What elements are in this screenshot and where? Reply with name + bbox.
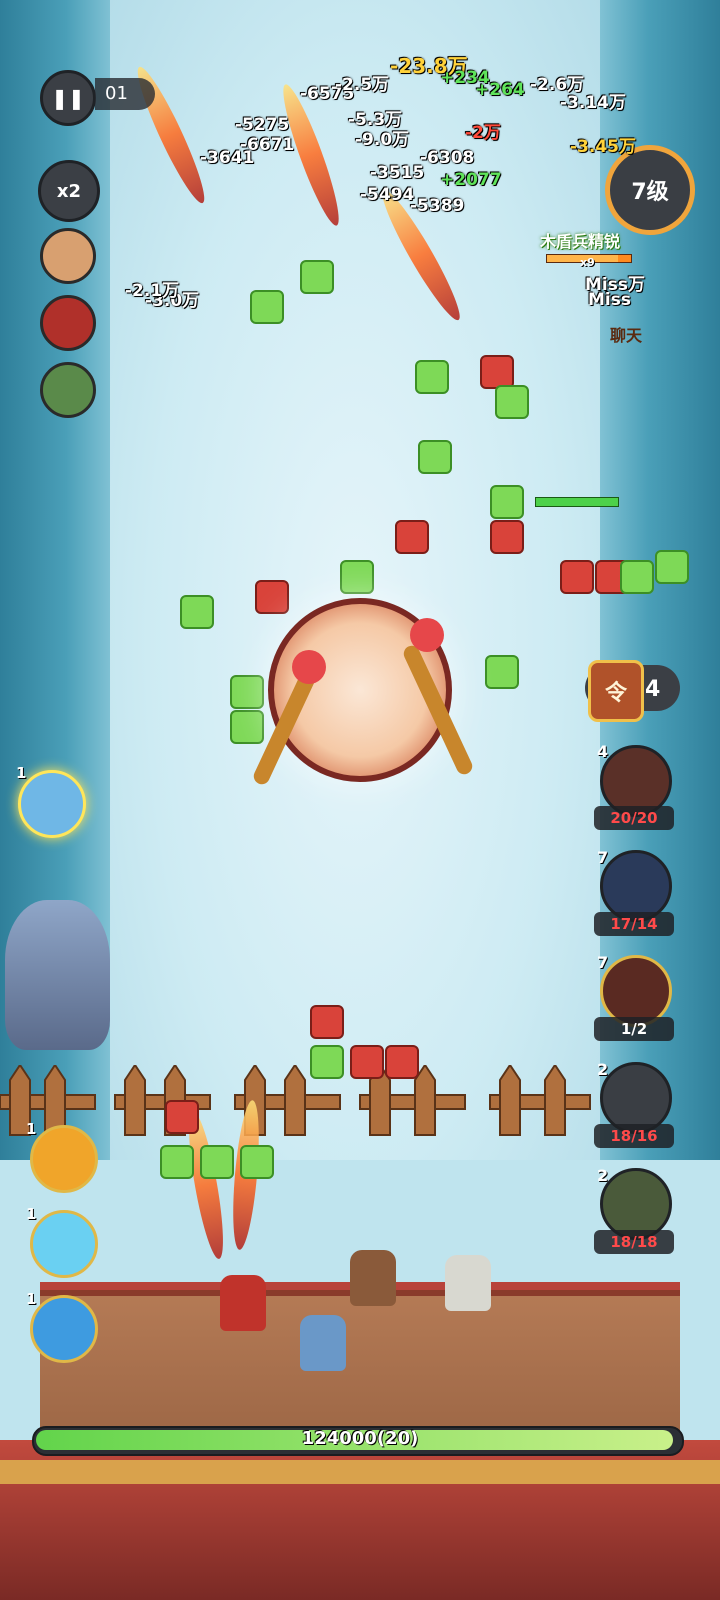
hero-warrior[interactable] [350, 1250, 396, 1306]
command-token-count: 4 [645, 677, 661, 702]
speed-toggle-button[interactable]: x2 [38, 160, 100, 222]
enemy-soldier [240, 1145, 274, 1179]
gate-beam [0, 1460, 720, 1484]
enemy-soldier [560, 560, 594, 594]
pause-button[interactable]: ❚❚ [40, 70, 96, 126]
drum-stick-head [292, 650, 326, 684]
ice-shard-icon[interactable] [30, 1210, 98, 1278]
enemy-soldier [310, 1005, 344, 1039]
enemy-soldier [490, 485, 524, 519]
enemy-hp-bar [535, 497, 619, 507]
enemy-soldier [180, 595, 214, 629]
fire-orb-icon[interactable] [30, 1125, 98, 1193]
skill-charge: 1 [26, 1120, 37, 1138]
enemy-soldier [250, 290, 284, 324]
damage-number: -3.14万 [560, 93, 626, 113]
hero-strategist[interactable] [300, 1315, 346, 1371]
unit-level: 4 [597, 742, 609, 761]
damage-number: -3.45万 [570, 137, 636, 157]
damage-number: -2.1万 [125, 281, 180, 301]
hero-sage[interactable] [445, 1255, 491, 1311]
unit-troop-count: 18/16 [594, 1124, 674, 1148]
hero-portrait-avatar[interactable] [40, 295, 96, 351]
enemy-soldier [490, 520, 524, 554]
unit-level: 7 [597, 848, 609, 867]
damage-number: -3641 [200, 148, 255, 168]
damage-number: -5389 [410, 196, 465, 216]
elite-enemy-stack: x9 [580, 256, 595, 269]
enemy-soldier [230, 675, 264, 709]
damage-number: Miss [588, 290, 631, 310]
enemy-soldier [165, 1100, 199, 1134]
speed-label: x2 [56, 180, 82, 202]
enemy-soldier [310, 1045, 344, 1079]
damage-number: -5494 [360, 185, 415, 205]
enemy-soldier [385, 1045, 419, 1079]
damage-number: -6308 [420, 148, 475, 168]
level-indicator[interactable]: 7级 [605, 145, 695, 235]
unit-level: 2 [597, 1166, 609, 1185]
skill-charge: 1 [16, 764, 27, 782]
hero-portrait-avatar[interactable] [40, 228, 96, 284]
damage-number: +2077 [440, 170, 502, 190]
skill-charge: 1 [26, 1205, 37, 1223]
enemy-soldier [230, 710, 264, 744]
enemy-soldier [255, 580, 289, 614]
elite-enemy-name: 木盾兵精锐 [540, 232, 621, 251]
unit-troop-count: 17/14 [594, 912, 674, 936]
unit-level: 7 [597, 953, 609, 972]
timer: 01 [95, 78, 155, 110]
base-hp-text: 124000(20) [301, 1428, 419, 1449]
unit-troop-count: 18/18 [594, 1230, 674, 1254]
enemy-soldier [485, 655, 519, 689]
level-label: 7级 [631, 180, 669, 205]
enemy-soldier [620, 560, 654, 594]
storm-spirit-icon[interactable] [18, 770, 86, 838]
chat-button[interactable]: 聊天 [610, 322, 642, 346]
hero-red-general[interactable] [220, 1275, 266, 1331]
enemy-soldier [418, 440, 452, 474]
drum-stick-head [410, 618, 444, 652]
enemy-soldier [200, 1145, 234, 1179]
enemy-soldier [350, 1045, 384, 1079]
enemy-soldier [655, 550, 689, 584]
command-token-icon[interactable]: 令 [588, 660, 644, 722]
wooden-bridge [40, 1290, 680, 1446]
enemy-soldier [495, 385, 529, 419]
damage-number: -2.5万 [335, 75, 390, 95]
enemy-soldier [395, 520, 429, 554]
skill-charge: 1 [26, 1290, 37, 1308]
damage-number: -5275 [235, 115, 290, 135]
pause-icon: ❚❚ [51, 86, 85, 110]
enemy-soldier [300, 260, 334, 294]
enemy-soldier [415, 360, 449, 394]
hero-portrait-avatar[interactable] [40, 362, 96, 418]
unit-troop-count: 1/2 [594, 1017, 674, 1041]
water-wave-icon[interactable] [30, 1295, 98, 1363]
enemy-soldier [480, 355, 514, 389]
damage-number: +264 [475, 80, 525, 100]
unit-level: 2 [597, 1060, 609, 1079]
unit-troop-count: 20/20 [594, 806, 674, 830]
dragon-summon-statue [5, 900, 110, 1050]
enemy-soldier [340, 560, 374, 594]
damage-number: -9.0万 [355, 130, 410, 150]
enemy-soldier [160, 1145, 194, 1179]
damage-number: -2万 [465, 123, 501, 143]
damage-number: -3515 [370, 163, 425, 183]
wooden-fence [0, 1065, 591, 1136]
